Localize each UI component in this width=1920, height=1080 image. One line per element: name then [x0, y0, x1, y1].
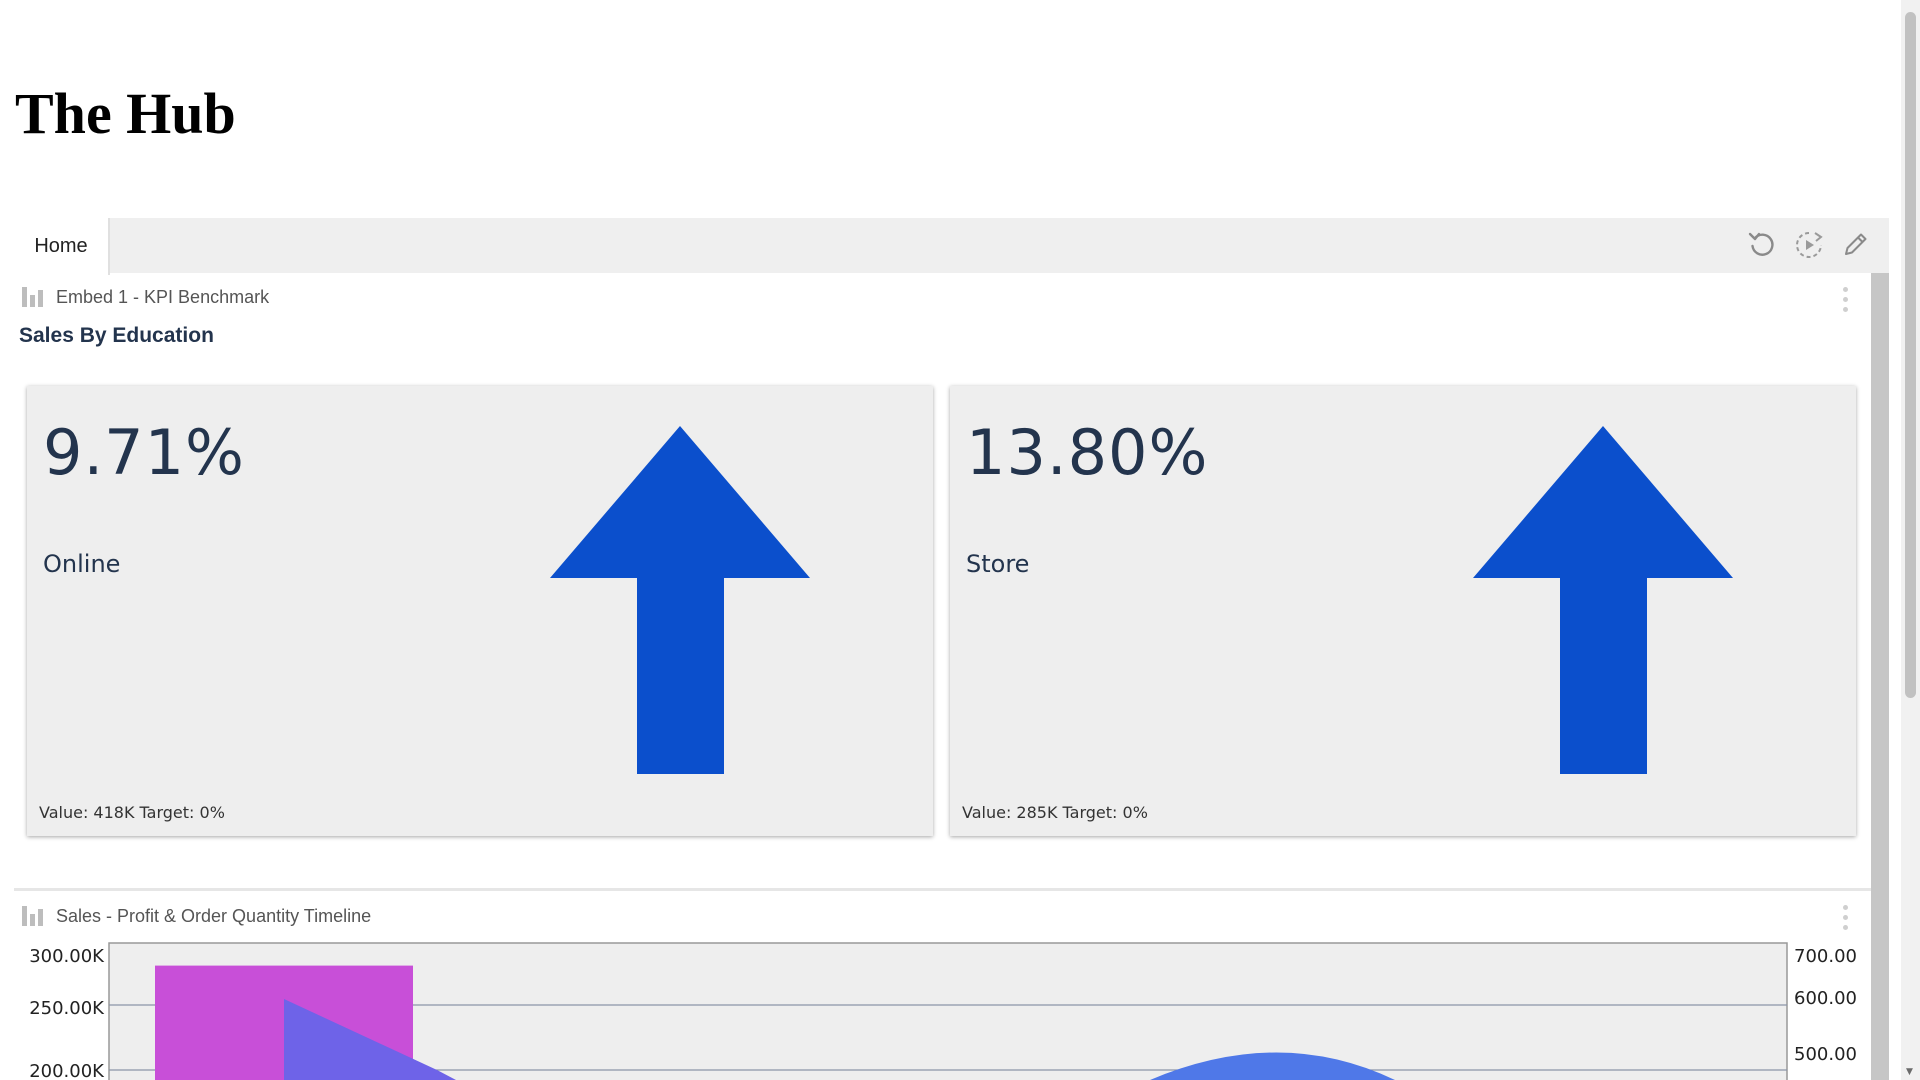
kpi-value: 9.71%: [43, 416, 245, 489]
y-right-tick: 500.00: [1794, 1044, 1857, 1065]
arrow-up-icon: [1473, 426, 1733, 774]
timeline-chart[interactable]: 300.00K 250.00K 200.00K 700.00 600.00 50…: [0, 930, 1871, 1080]
kpi-card-store[interactable]: 13.80% Store Value: 285K Target: 0%: [950, 386, 1856, 836]
bar-chart-icon: [22, 906, 44, 926]
kpi-panel-title: Embed 1 - KPI Benchmark: [56, 286, 270, 307]
timeline-panel-menu-icon[interactable]: [1843, 905, 1849, 930]
kpi-card-online[interactable]: 9.71% Online Value: 418K Target: 0%: [27, 386, 933, 836]
dashboard-scrollbar[interactable]: [1871, 273, 1889, 1080]
y-left-tick: 200.00K: [29, 1061, 105, 1080]
kpi-panel-header: Embed 1 - KPI Benchmark: [22, 283, 269, 311]
edit-icon[interactable]: [1839, 229, 1871, 261]
kpi-panel-menu-icon[interactable]: [1843, 287, 1849, 312]
window-scrollbar-thumb[interactable]: [1905, 12, 1916, 698]
kpi-chart-title: Sales By Education: [19, 324, 214, 347]
kpi-footer: Value: 285K Target: 0%: [962, 803, 1148, 822]
y-left-tick: 300.00K: [29, 946, 105, 967]
timeline-panel-header: Sales - Profit & Order Quantity Timeline: [22, 902, 371, 930]
page-title: The Hub: [15, 81, 236, 146]
panel-divider: [14, 888, 1871, 891]
y-left-tick: 250.00K: [29, 998, 105, 1019]
window-scrollbar[interactable]: ▼: [1901, 0, 1920, 1080]
kpi-value: 13.80%: [966, 416, 1209, 489]
timeline-panel-title: Sales - Profit & Order Quantity Timeline: [56, 905, 372, 926]
y-right-tick: 700.00: [1794, 946, 1857, 967]
kpi-label: Store: [966, 550, 1030, 578]
tab-home[interactable]: Home: [14, 218, 110, 275]
tab-bar: Home: [14, 218, 1889, 275]
refresh-icon[interactable]: [1746, 229, 1778, 261]
kpi-footer: Value: 418K Target: 0%: [39, 803, 225, 822]
y-right-tick: 600.00: [1794, 988, 1857, 1009]
kpi-label: Online: [43, 550, 121, 578]
play-icon[interactable]: [1793, 229, 1825, 261]
scroll-down-arrow-icon[interactable]: ▼: [1906, 1068, 1913, 1077]
arrow-up-icon: [550, 426, 810, 774]
bar-chart-icon: [22, 287, 44, 307]
